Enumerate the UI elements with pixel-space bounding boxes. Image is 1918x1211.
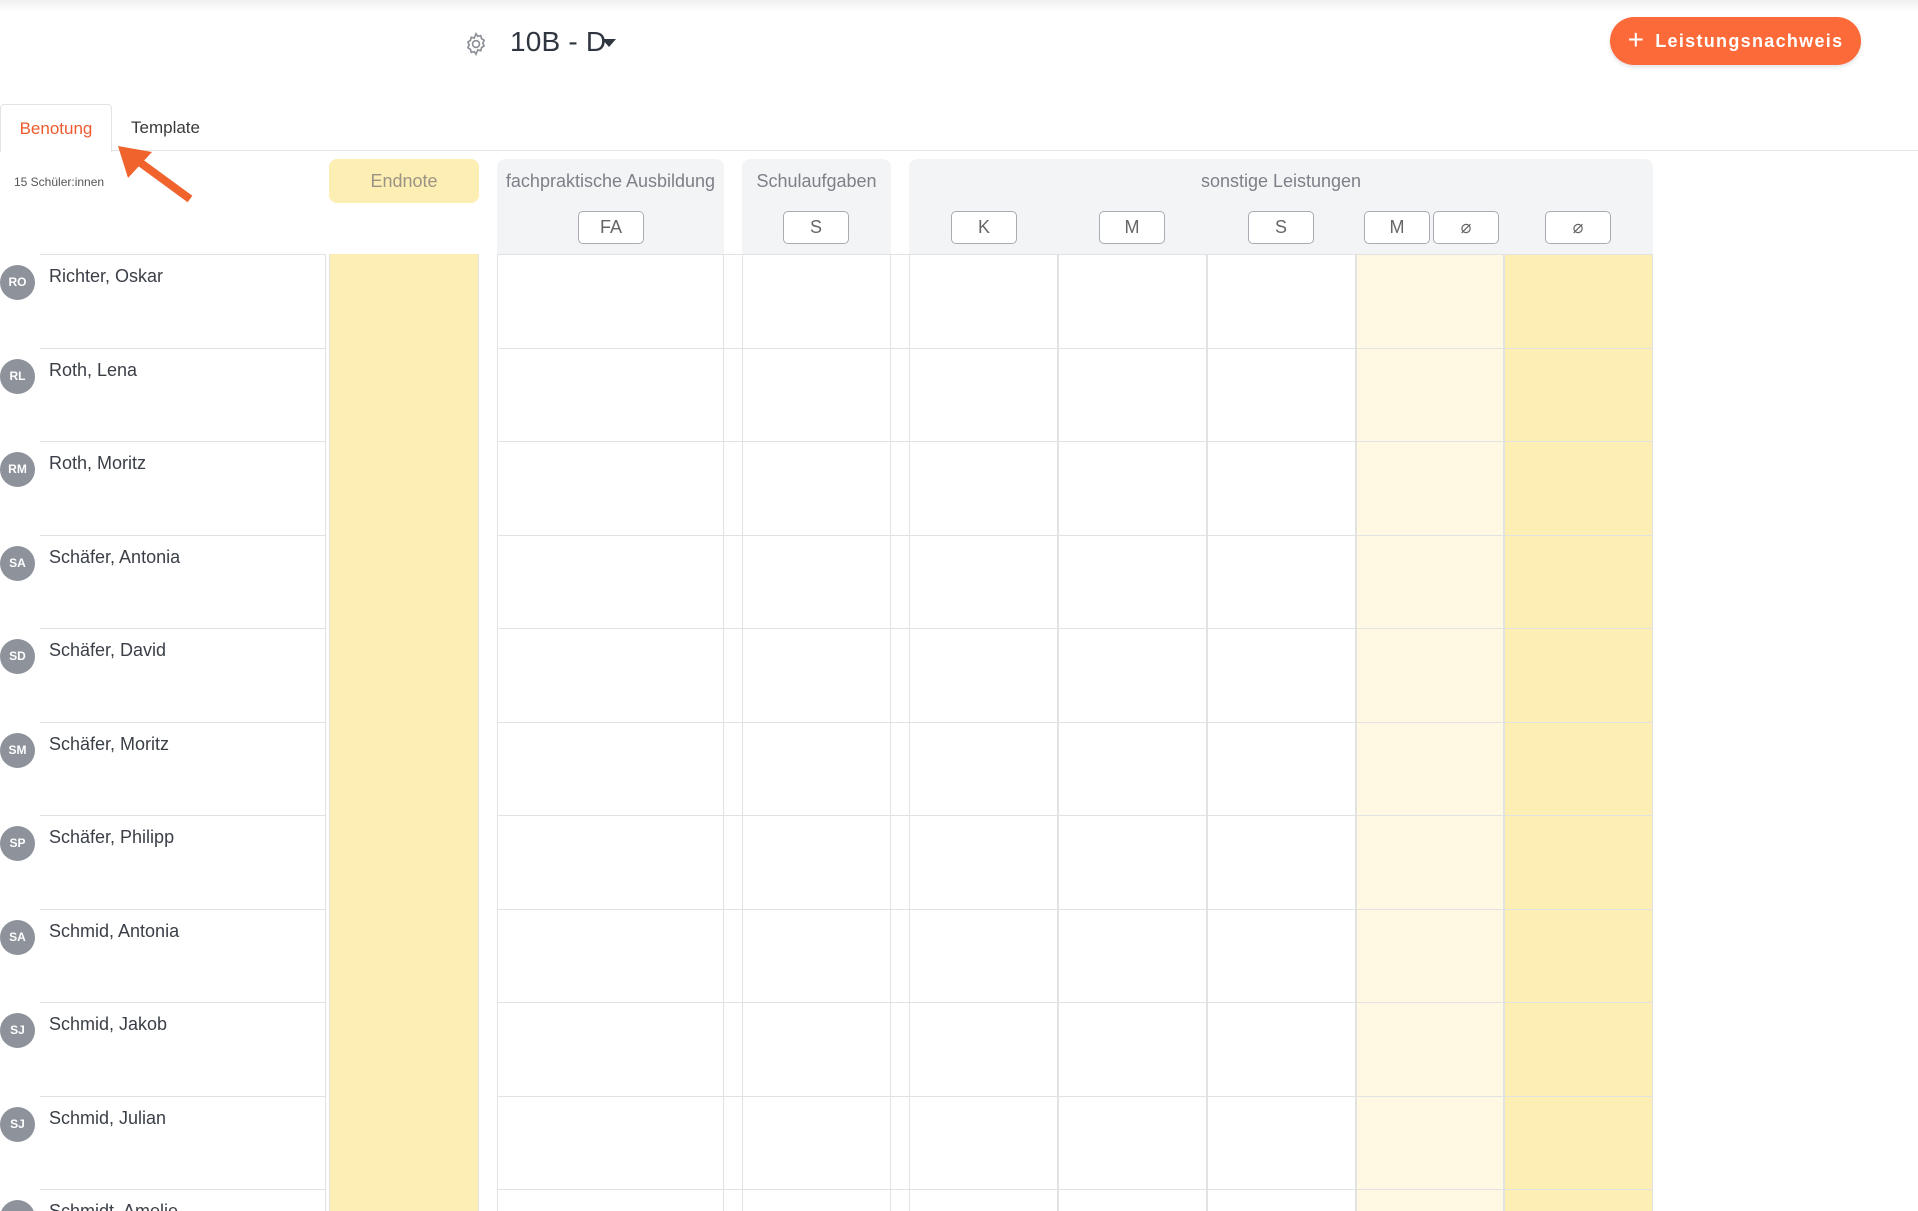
student-name[interactable]: Roth, Moritz	[49, 453, 146, 474]
row-divider	[40, 815, 326, 816]
grid-line	[497, 1096, 1653, 1097]
table-row[interactable]: RL Roth, Lena	[0, 348, 1918, 442]
avatar: SM	[0, 733, 35, 768]
chip-m2[interactable]: M	[1364, 211, 1430, 244]
grid-line	[497, 1002, 1653, 1003]
chip-s2[interactable]: S	[1248, 211, 1314, 244]
row-divider	[40, 628, 326, 629]
row-divider	[40, 535, 326, 536]
student-name[interactable]: Schmidt, Amelie	[49, 1201, 178, 1211]
avatar: SP	[0, 826, 35, 861]
add-assessment-label: Leistungsnachweis	[1655, 30, 1844, 51]
grid-line	[497, 909, 1653, 910]
student-name[interactable]: Schmid, Jakob	[49, 1014, 167, 1035]
table-row[interactable]: RM Roth, Moritz	[0, 441, 1918, 535]
fachpraktische-label: fachpraktische Ausbildung	[505, 171, 716, 191]
table-row[interactable]: SD Schäfer, David	[0, 628, 1918, 722]
schulaufgaben-header: Schulaufgaben S	[742, 159, 891, 255]
row-divider	[40, 1002, 326, 1003]
student-name[interactable]: Richter, Oskar	[49, 266, 163, 287]
chip-average-icon[interactable]: ⌀	[1433, 211, 1499, 244]
sonstige-header: sonstige Leistungen K M S M ⌀ ⌀	[909, 159, 1653, 255]
grid-line	[497, 815, 1653, 816]
avatar: SJ	[0, 1107, 35, 1142]
tab-bar: Benotung Template	[0, 104, 1918, 152]
grid-line	[497, 535, 1653, 536]
student-name[interactable]: Schäfer, David	[49, 640, 166, 661]
avatar: SD	[0, 639, 35, 674]
row-divider	[40, 1096, 326, 1097]
row-divider	[40, 1189, 326, 1190]
table-row[interactable]: SA Schmid, Antonia	[0, 909, 1918, 1003]
avatar: SA	[0, 1200, 35, 1211]
endnote-header[interactable]: Endnote	[329, 159, 479, 203]
plus-icon: +	[1627, 24, 1646, 55]
chip-average-total-icon[interactable]: ⌀	[1545, 211, 1611, 244]
student-name[interactable]: Schäfer, Moritz	[49, 734, 169, 755]
chip-m[interactable]: M	[1099, 211, 1165, 244]
annotation-arrow-icon	[118, 146, 193, 203]
row-divider	[40, 722, 326, 723]
table-row[interactable]: SP Schäfer, Philipp	[0, 815, 1918, 909]
student-count: 15 Schüler:innen	[14, 175, 105, 189]
avatar: SA	[0, 546, 35, 581]
row-divider	[40, 254, 326, 255]
table-row[interactable]: RO Richter, Oskar	[0, 254, 1918, 348]
row-divider	[40, 348, 326, 349]
avatar: RM	[0, 452, 35, 487]
avatar: SJ	[0, 1013, 35, 1048]
table-row[interactable]: SA Schmidt, Amelie	[0, 1189, 1918, 1211]
student-name[interactable]: Schmid, Julian	[49, 1108, 166, 1129]
table-row[interactable]: SJ Schmid, Julian	[0, 1096, 1918, 1190]
chip-s[interactable]: S	[783, 211, 849, 244]
avatar: RO	[0, 265, 35, 300]
grid-line	[497, 1189, 1653, 1190]
student-name[interactable]: Schäfer, Antonia	[49, 547, 180, 568]
student-name[interactable]: Schäfer, Philipp	[49, 827, 174, 848]
student-name[interactable]: Schmid, Antonia	[49, 921, 179, 942]
student-name[interactable]: Roth, Lena	[49, 360, 137, 381]
tab-benotung[interactable]: Benotung	[0, 104, 112, 152]
grid-line	[497, 628, 1653, 629]
page-header: 10B - D + Leistungsnachweis	[0, 0, 1918, 90]
chip-k[interactable]: K	[951, 211, 1017, 244]
add-assessment-button[interactable]: + Leistungsnachweis	[1610, 17, 1861, 65]
grid-line	[497, 348, 1653, 349]
gear-icon[interactable]	[463, 31, 489, 57]
grid-line	[497, 254, 1653, 255]
grid-line	[497, 441, 1653, 442]
table-row[interactable]: SA Schäfer, Antonia	[0, 535, 1918, 629]
chip-fa[interactable]: FA	[578, 211, 644, 244]
table-row[interactable]: SJ Schmid, Jakob	[0, 1002, 1918, 1096]
grid-line	[497, 722, 1653, 723]
row-divider	[40, 441, 326, 442]
fachpraktische-header: fachpraktische Ausbildung FA	[497, 159, 724, 255]
chevron-down-icon[interactable]	[602, 39, 616, 47]
class-selector[interactable]: 10B - D	[510, 26, 606, 58]
avatar: RL	[0, 359, 35, 394]
schulaufgaben-label: Schulaufgaben	[756, 171, 877, 191]
table-row[interactable]: SM Schäfer, Moritz	[0, 722, 1918, 816]
avatar: SA	[0, 920, 35, 955]
row-divider	[40, 909, 326, 910]
sonstige-label: sonstige Leistungen	[1200, 171, 1362, 191]
